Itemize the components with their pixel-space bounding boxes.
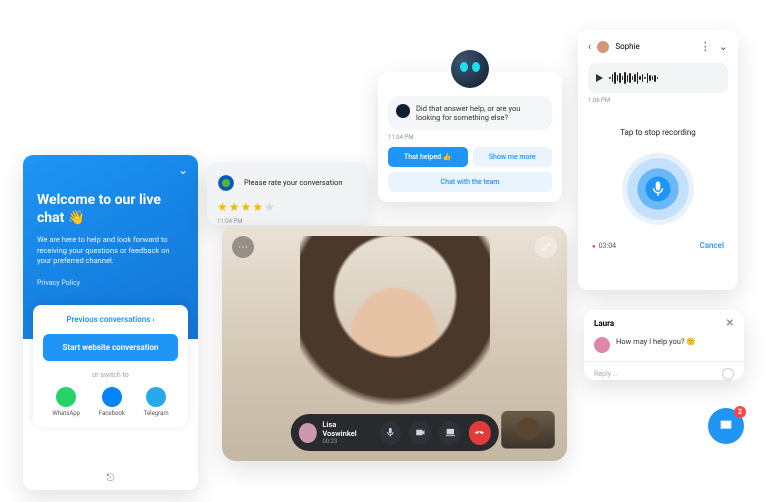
agent-name: Laura xyxy=(594,319,614,328)
channel-telegram[interactable]: Telegram xyxy=(144,387,169,417)
livechat-widget: ⌄ Welcome to our live chat 👋 We are here… xyxy=(23,155,198,490)
telegram-icon xyxy=(146,387,166,407)
caller-avatar xyxy=(298,423,316,443)
bot-card: Did that answer help, or are you looking… xyxy=(378,72,562,202)
recorder-header: ‹ Sophie ⋮ ⌄ xyxy=(588,40,728,53)
chat-launcher-button[interactable]: 2 xyxy=(708,408,744,444)
video-control-bar: Lisa Voswinkel 00:23 xyxy=(290,414,498,451)
cancel-recording-button[interactable]: Cancel xyxy=(700,241,725,250)
brand-logo xyxy=(217,174,235,192)
livechat-subtitle: We are here to help and look forward to … xyxy=(37,235,184,267)
end-call-button[interactable] xyxy=(469,421,491,445)
privacy-link[interactable]: Privacy Policy xyxy=(37,279,184,287)
bot-message-text: Did that answer help, or are you looking… xyxy=(416,104,544,122)
start-conversation-button[interactable]: Start website conversation xyxy=(43,334,178,361)
agent-message: How may I help you? 🙂 xyxy=(616,337,696,353)
channel-whatsapp[interactable]: WhatsApp xyxy=(52,387,80,417)
trengo-footer-icon: ⎋ xyxy=(23,473,198,484)
notification-badge: 2 xyxy=(734,406,746,418)
screenshare-button[interactable] xyxy=(439,421,461,445)
livechat-title: Welcome to our live chat 👋 xyxy=(37,191,184,227)
that-helped-button[interactable]: That helped 👍 xyxy=(388,147,468,167)
call-duration: 00:23 xyxy=(322,438,367,445)
recording-duration: 03:04 xyxy=(592,242,616,250)
recording-prompt: Tap to stop recording xyxy=(588,128,728,137)
channel-facebook[interactable]: Facebook xyxy=(99,387,125,417)
show-more-button[interactable]: Show me more xyxy=(473,147,553,167)
channel-list: WhatsApp Facebook Telegram xyxy=(43,387,178,417)
contact-name: Sophie xyxy=(615,42,639,51)
more-options-button[interactable]: ⋯ xyxy=(232,236,254,258)
reply-placeholder[interactable]: Reply … xyxy=(594,370,716,378)
camera-button[interactable] xyxy=(409,421,431,445)
bot-mini-avatar xyxy=(396,104,410,118)
header-menu-icon[interactable]: ⋮ xyxy=(700,40,711,53)
play-icon[interactable] xyxy=(596,74,603,82)
record-button[interactable] xyxy=(622,153,694,225)
expand-icon[interactable]: ⤢ xyxy=(535,236,557,258)
contact-avatar xyxy=(597,41,609,53)
waveform xyxy=(609,71,720,85)
rating-prompt: Please rate your conversation xyxy=(244,178,343,187)
video-call-window: ⋯ ⤢ Lisa Voswinkel 00:23 xyxy=(222,226,567,461)
header-chevron-icon[interactable]: ⌄ xyxy=(719,40,728,53)
rating-card: Please rate your conversation ★★★★★ 11:0… xyxy=(207,162,368,225)
voice-note-bubble[interactable] xyxy=(588,63,728,93)
livechat-body: Previous conversations › Start website c… xyxy=(33,305,188,427)
collapse-icon[interactable]: ⌄ xyxy=(178,163,188,177)
mini-chat-window: Laura ✕ How may I help you? 🙂 Reply … xyxy=(584,310,744,380)
rating-timestamp: 11:04 PM xyxy=(217,218,358,225)
bot-timestamp: 11:04 PM xyxy=(388,134,552,141)
whatsapp-icon xyxy=(56,387,76,407)
mini-chat-header: Laura ✕ xyxy=(584,310,744,337)
caller-name: Lisa Voswinkel xyxy=(322,420,367,438)
chat-team-button[interactable]: Chat with the team xyxy=(388,172,552,192)
caller-info: Lisa Voswinkel 00:23 xyxy=(298,420,371,445)
back-icon[interactable]: ‹ xyxy=(588,40,591,53)
previous-conversations-link[interactable]: Previous conversations › xyxy=(43,315,178,324)
bot-message-bubble: Did that answer help, or are you looking… xyxy=(388,96,552,130)
reply-input-row[interactable]: Reply … xyxy=(584,361,744,386)
emoji-icon[interactable] xyxy=(722,368,734,380)
star-rating[interactable]: ★★★★★ xyxy=(217,200,358,214)
bot-avatar-icon xyxy=(451,50,489,88)
video-self-view[interactable] xyxy=(501,411,555,449)
voice-note-timestamp: 1:06 PM xyxy=(588,97,728,104)
switch-label: or switch to xyxy=(43,371,178,379)
agent-avatar xyxy=(594,337,610,353)
voice-recorder-panel: ‹ Sophie ⋮ ⌄ 1:06 PM Tap to stop recordi… xyxy=(578,30,738,290)
facebook-icon xyxy=(102,387,122,407)
mute-button[interactable] xyxy=(379,421,401,445)
close-icon[interactable]: ✕ xyxy=(726,318,734,329)
